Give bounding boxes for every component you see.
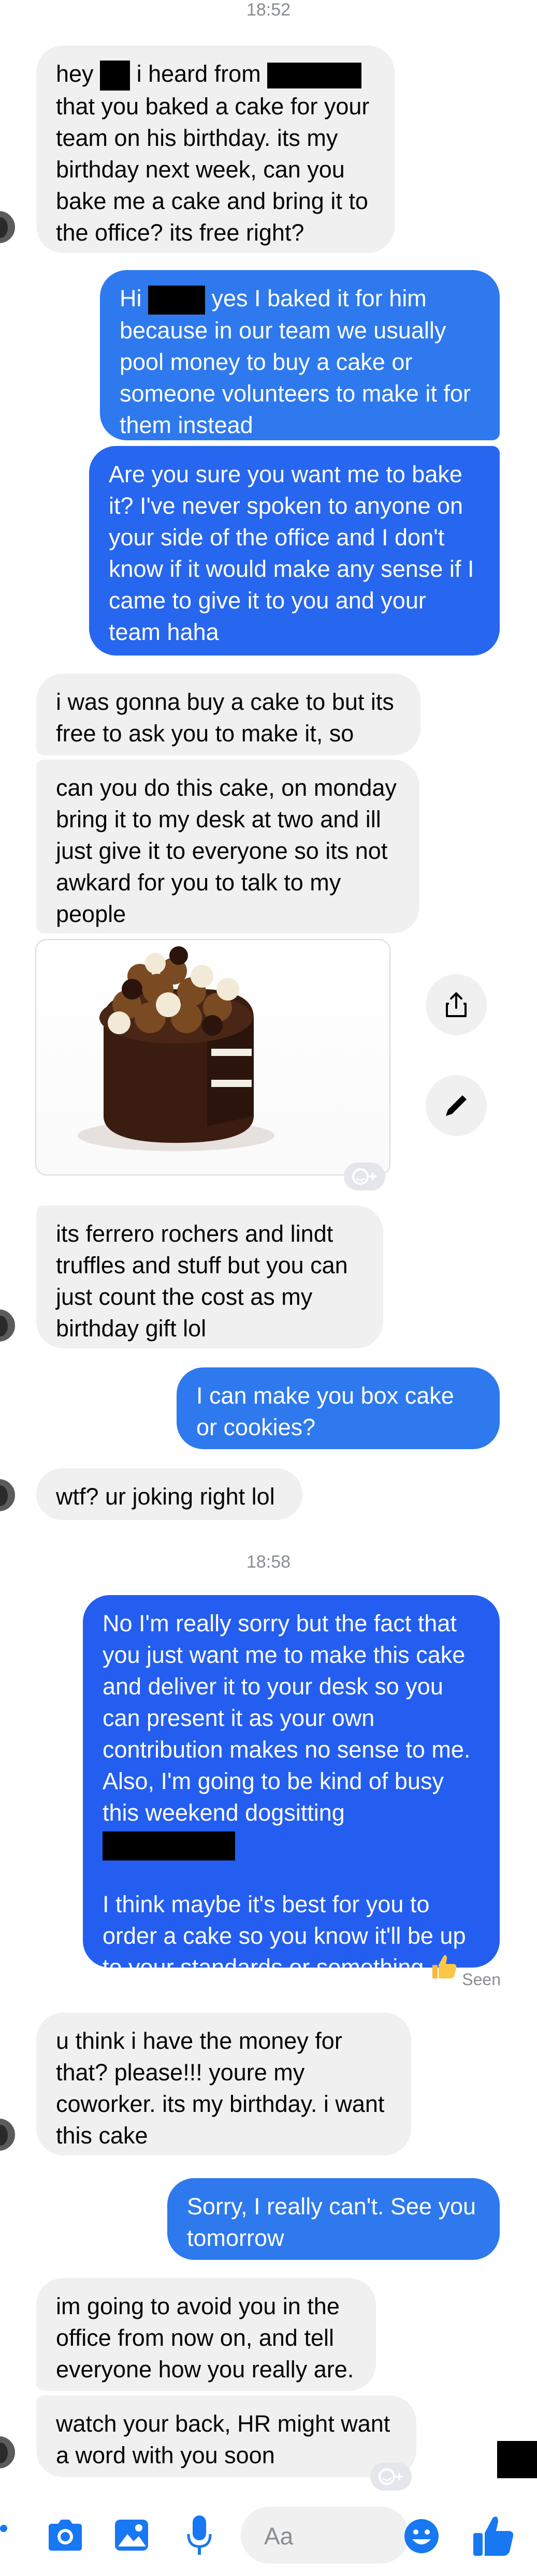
redaction-block (148, 286, 206, 315)
message-text: hey (56, 61, 94, 87)
message-text: i was gonna buy a cake to but its free t… (56, 689, 394, 747)
message-bubble[interactable]: watch your back, HR might want a word wi… (36, 2395, 416, 2477)
message-text: its ferrero rochers and lindt truffles a… (56, 1220, 348, 1342)
message-text: I can make you box cake or cookies? (196, 1382, 454, 1440)
redaction-block (100, 61, 130, 91)
avatar[interactable] (0, 2117, 17, 2152)
cake-photo[interactable] (35, 939, 390, 1175)
message-bubble[interactable]: Hi yes I baked it for him because in our… (100, 270, 500, 440)
redaction-block (497, 2441, 537, 2478)
avatar[interactable] (0, 2435, 17, 2470)
message-bubble[interactable]: hey i heard from that you baked a cake f… (36, 46, 395, 253)
message-bubble[interactable]: im going to avoid you in the office from… (36, 2278, 376, 2391)
thumbs-up-icon[interactable] (471, 2513, 516, 2558)
message-text: wtf? ur joking right lol (56, 1483, 275, 1510)
message-text: u think i have the money for that? pleas… (56, 2028, 385, 2149)
message-text: No I'm really sorry but the fact that yo… (103, 1610, 471, 1826)
smiley-plus-icon (379, 2468, 403, 2485)
message-bubble[interactable]: its ferrero rochers and lindt truffles a… (36, 1205, 383, 1348)
avatar[interactable] (0, 210, 17, 245)
message-input-placeholder: Aa (264, 2523, 294, 2550)
message-text: watch your back, HR might want a word wi… (56, 2410, 390, 2468)
dots-icon[interactable] (0, 2525, 7, 2532)
message-text: that you baked a cake for your team on h… (56, 93, 370, 246)
message-bubble[interactable]: wtf? ur joking right lol (36, 1468, 302, 1520)
message-bubble[interactable]: No I'm really sorry but the fact that yo… (83, 1595, 500, 1981)
message-text: Are you sure you want me to bake it? I'v… (109, 461, 474, 645)
emoji-icon[interactable] (403, 2518, 440, 2555)
timestamp: 18:58 (246, 1552, 291, 1572)
add-reaction-button[interactable] (344, 1163, 385, 1190)
message-text: I think maybe it's best for you to order… (103, 1891, 466, 1981)
avatar[interactable] (0, 1478, 17, 1513)
share-icon (446, 992, 467, 1017)
message-bubble[interactable]: i was gonna buy a cake to but its free t… (36, 674, 420, 755)
message-text: im going to avoid you in the office from… (56, 2293, 354, 2383)
avatar[interactable] (0, 1308, 17, 1343)
message-bubble[interactable]: Sorry, I really can't. See you tomorrow (167, 2178, 500, 2260)
thumbs-up-emoji (430, 1954, 458, 1981)
edit-button[interactable] (426, 1075, 487, 1136)
pencil-icon (446, 1095, 467, 1116)
message-text: can you do this cake, on monday bring it… (56, 775, 397, 927)
message-text: Hi (120, 285, 142, 311)
image-icon[interactable] (113, 2518, 150, 2553)
message-text: Sorry, I really can't. See you tomorrow (187, 2193, 476, 2251)
message-bubble[interactable]: I can make you box cake or cookies? (177, 1367, 500, 1449)
message-bubble[interactable]: Are you sure you want me to bake it? I'v… (89, 446, 500, 656)
smiley-plus-icon (352, 1168, 376, 1185)
message-bubble[interactable]: u think i have the money for that? pleas… (36, 2013, 411, 2155)
add-reaction-button[interactable] (370, 2463, 412, 2491)
seen-status: Seen (462, 1970, 501, 1989)
redaction-block (267, 63, 362, 89)
message-text: i heard from (136, 61, 261, 87)
camera-icon[interactable] (46, 2519, 85, 2552)
timestamp: 18:52 (246, 0, 291, 20)
share-button[interactable] (426, 974, 487, 1035)
microphone-icon[interactable] (186, 2514, 212, 2557)
redaction-block (103, 1832, 235, 1861)
message-bubble[interactable]: can you do this cake, on monday bring it… (36, 760, 419, 933)
